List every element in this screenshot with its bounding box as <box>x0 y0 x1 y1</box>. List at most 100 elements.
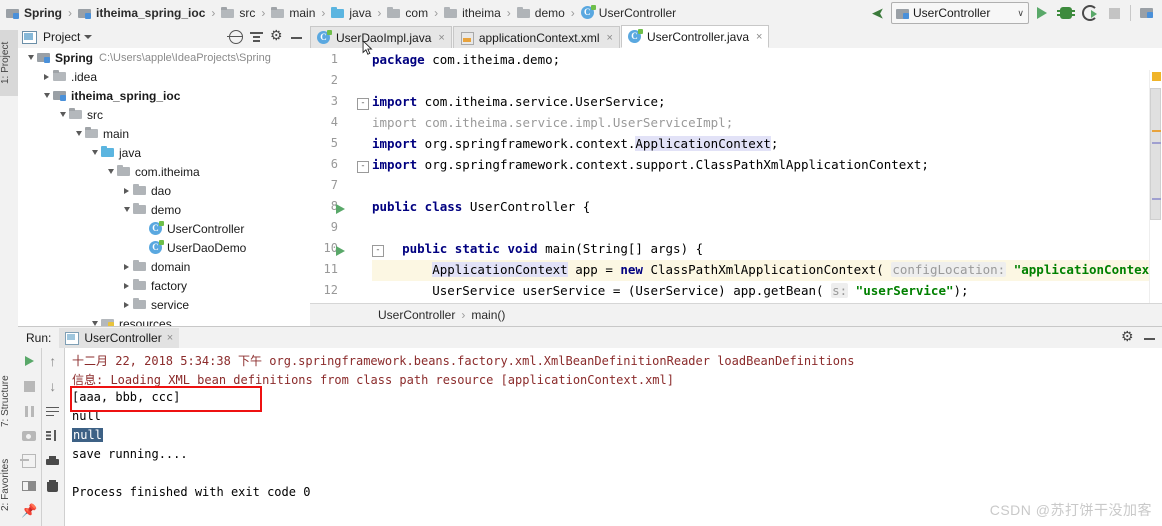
tree-node-usercontroller[interactable]: C UserController <box>18 219 310 238</box>
tree-twisty[interactable] <box>136 241 149 254</box>
tree-twisty[interactable] <box>24 51 37 64</box>
sidebar-item-favorites[interactable]: 2: Favorites <box>0 446 18 524</box>
code-line-12[interactable]: UserService userService = (UserService) … <box>372 283 969 298</box>
tree-node-resources[interactable]: resources <box>18 314 310 326</box>
close-icon[interactable]: × <box>167 332 173 344</box>
tree-node-demo[interactable]: demo <box>18 200 310 219</box>
tree-node-spring[interactable]: Spring C:\Users\apple\IdeaProjects\Spring <box>18 48 310 67</box>
breadcrumb-item-demo[interactable]: demo <box>515 0 567 26</box>
tree-node-userdaodemo[interactable]: C UserDaoDemo <box>18 238 310 257</box>
tree-twisty[interactable] <box>56 108 69 121</box>
run-gutter-icon[interactable] <box>336 204 345 214</box>
tree-twisty[interactable] <box>120 184 133 197</box>
tree-node-domain[interactable]: domain <box>18 257 310 276</box>
debug-button[interactable] <box>1055 2 1077 24</box>
tree-node-dao[interactable]: dao <box>18 181 310 200</box>
chevron-down-icon[interactable]: ∨ <box>1017 8 1024 19</box>
editor-scrollbar-thumb[interactable] <box>1150 88 1161 220</box>
pin-icon[interactable]: 📌 <box>21 503 37 519</box>
editor-tab-usercontroller-java[interactable]: C UserController.java × <box>620 25 770 48</box>
scroll-down-icon[interactable]: ↓ <box>45 378 61 394</box>
tree-node--idea[interactable]: .idea <box>18 67 310 86</box>
fold-marker[interactable]: - <box>357 98 369 110</box>
tree-twisty[interactable] <box>40 70 53 83</box>
print-icon[interactable] <box>45 453 61 469</box>
run-tab-usercontroller[interactable]: UserController × <box>59 327 180 349</box>
tree-twisty[interactable] <box>40 89 53 102</box>
close-icon[interactable]: × <box>438 32 444 44</box>
project-tree[interactable]: Spring C:\Users\apple\IdeaProjects\Spring… <box>18 48 310 326</box>
code-line-6[interactable]: import org.springframework.context.suppo… <box>372 157 929 172</box>
close-icon[interactable]: × <box>756 31 762 43</box>
stop-icon[interactable] <box>21 378 37 394</box>
code-line-11[interactable]: ApplicationContext app = new ClassPathXm… <box>372 262 1162 277</box>
scroll-up-icon[interactable]: ↑ <box>45 353 61 369</box>
editor-tab-applicationcontext-xml[interactable]: applicationContext.xml × <box>452 26 620 48</box>
marker-gutter[interactable] <box>1149 70 1162 304</box>
sort-icon[interactable] <box>45 428 61 444</box>
code-line-1[interactable]: package com.itheima.demo; <box>372 52 560 67</box>
code-line-10[interactable]: public static void main(String[] args) { <box>372 241 703 256</box>
breadcrumb-class[interactable]: UserController <box>378 308 455 322</box>
tree-twisty[interactable] <box>136 222 149 235</box>
breadcrumb-item-src[interactable]: src <box>219 0 257 26</box>
export-icon[interactable] <box>20 453 37 469</box>
run-with-coverage-button[interactable] <box>1079 2 1101 24</box>
tree-node-src[interactable]: src <box>18 105 310 124</box>
tree-twisty[interactable] <box>120 298 133 311</box>
screenshot-icon[interactable] <box>21 428 37 444</box>
code-line-5[interactable]: import org.springframework.context.Appli… <box>372 136 778 151</box>
breadcrumb-item-spring[interactable]: Spring <box>4 0 64 26</box>
gear-icon[interactable] <box>1121 329 1134 345</box>
code-editor[interactable]: 1 2 3 4 5 6 7 8 9 10 11 12- - - package com.itheima.d… <box>310 48 1162 304</box>
layout-icon[interactable] <box>21 478 37 494</box>
tree-node-java[interactable]: java <box>18 143 310 162</box>
close-icon[interactable]: × <box>607 32 613 44</box>
minimize-icon[interactable] <box>1143 332 1156 344</box>
clear-all-icon[interactable] <box>45 478 61 494</box>
tree-twisty[interactable] <box>88 146 101 159</box>
back-arrow-icon[interactable]: ➤ <box>867 2 889 24</box>
stop-button[interactable] <box>1103 2 1125 24</box>
tree-node-service[interactable]: service <box>18 295 310 314</box>
soft-wrap-icon[interactable] <box>45 403 61 419</box>
code-line-8[interactable]: public class UserController { <box>372 199 590 214</box>
run-button[interactable] <box>1031 2 1053 24</box>
chevron-down-icon[interactable] <box>84 35 93 39</box>
breadcrumb-item-itheima[interactable]: itheima <box>442 0 503 26</box>
breadcrumb-method[interactable]: main() <box>471 308 505 322</box>
project-structure-button[interactable] <box>1136 2 1158 24</box>
minimize-icon[interactable] <box>290 31 303 43</box>
tree-node-com-itheima[interactable]: com.itheima <box>18 162 310 181</box>
code-line-3[interactable]: import com.itheima.service.UserService; <box>372 94 666 109</box>
run-gutter-icon[interactable] <box>336 246 345 256</box>
tree-twisty[interactable] <box>72 127 85 140</box>
fold-marker[interactable]: - <box>357 161 369 173</box>
rerun-icon[interactable] <box>21 353 37 369</box>
tree-node-main[interactable]: main <box>18 124 310 143</box>
tree-twisty[interactable] <box>104 165 117 178</box>
sidebar-item-project[interactable]: 1: Project <box>0 30 18 96</box>
run-configuration-selector[interactable]: UserController ∨ <box>891 2 1029 24</box>
collapse-all-icon[interactable] <box>250 31 263 43</box>
tree-node-itheima-spring-ioc[interactable]: itheima_spring_ioc <box>18 86 310 105</box>
breadcrumb-item-itheima-spring-ioc[interactable]: itheima_spring_ioc <box>76 0 207 26</box>
tree-twisty[interactable] <box>88 317 101 326</box>
code-line-4[interactable]: import com.itheima.service.impl.UserServ… <box>372 115 733 130</box>
inspection-status-icon[interactable] <box>1152 72 1161 81</box>
pause-icon[interactable] <box>21 403 37 419</box>
breadcrumb-item-com[interactable]: com <box>385 0 430 26</box>
breadcrumb-item-main[interactable]: main <box>269 0 317 26</box>
editor-gutter[interactable]: 1 2 3 4 5 6 7 8 9 10 11 12- - - <box>310 48 384 304</box>
tree-twisty[interactable] <box>120 203 133 216</box>
editor-breadcrumb[interactable]: UserController › main() <box>310 303 1162 326</box>
tree-twisty[interactable] <box>120 279 133 292</box>
locate-icon[interactable] <box>227 30 243 44</box>
tree-node-factory[interactable]: factory <box>18 276 310 295</box>
tree-twisty[interactable] <box>120 260 133 273</box>
breadcrumb-item-java[interactable]: java <box>329 0 373 26</box>
gear-icon[interactable] <box>270 28 283 44</box>
breadcrumb-item-usercontroller[interactable]: C UserController <box>579 0 678 26</box>
editor-tab-userdaoimpl-java[interactable]: C UserDaoImpl.java × <box>310 26 452 48</box>
sidebar-item-structure[interactable]: 7: Structure <box>0 362 18 440</box>
